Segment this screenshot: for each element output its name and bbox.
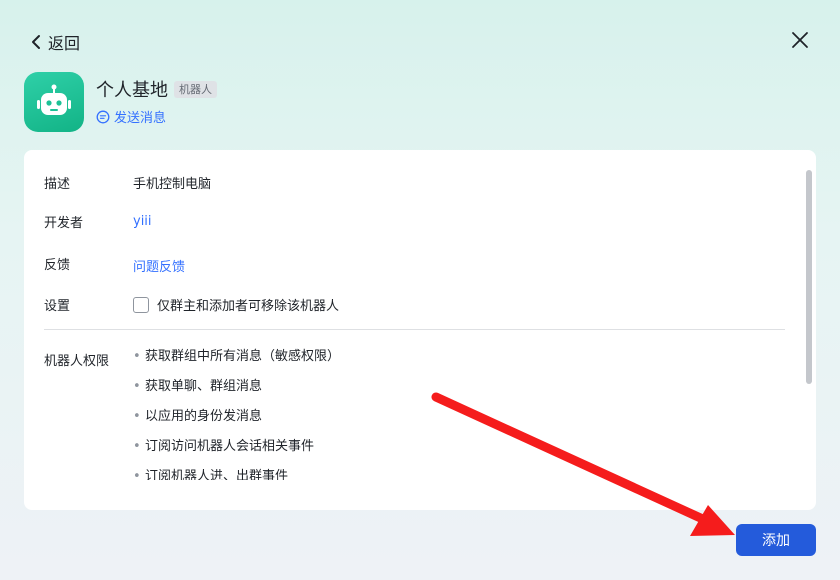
list-item: • 以应用的身份发消息 — [133, 409, 263, 424]
info-card: 描述 手机控制电脑 开发者 yiii 反馈 问题反馈 设置 仅群主和添加者可移除… — [24, 150, 816, 510]
scrollbar-thumb[interactable] — [806, 170, 812, 384]
description-label: 描述 — [44, 177, 71, 192]
permissions-list: • 获取群组中所有消息（敏感权限） • 获取单聊、群组消息 • 以应用的身份发消息 •… — [133, 348, 533, 480]
divider — [44, 329, 785, 330]
feedback-row: 反馈 问题反馈 — [44, 254, 185, 275]
settings-label: 设置 — [44, 299, 71, 314]
app-icon — [24, 72, 84, 132]
chevron-left-icon — [32, 35, 40, 49]
back-button[interactable]: 返回 — [30, 30, 80, 54]
list-item: • 订阅机器人进、出群事件 — [133, 469, 289, 480]
feedback-label: 反馈 — [44, 258, 71, 273]
send-message-link[interactable]: 发送消息 — [96, 107, 166, 126]
robot-icon — [37, 84, 71, 115]
description-row: 描述 手机控制电脑 — [44, 173, 211, 192]
list-item: • 订阅访问机器人会话相关事件 — [133, 439, 315, 454]
app-header: 个人基地 机器人 — [96, 76, 217, 102]
developer-label: 开发者 — [44, 216, 84, 231]
chat-bubble-icon — [96, 110, 110, 123]
list-item: • 获取群组中所有消息（敏感权限） — [133, 349, 341, 364]
permissions-title: 机器人权限 — [44, 354, 110, 369]
remove-permission-label: 仅群主和添加者可移除该机器人 — [157, 299, 340, 314]
settings-row: 设置 仅群主和添加者可移除该机器人 — [44, 295, 339, 314]
close-button[interactable] — [788, 28, 812, 52]
description-value: 手机控制电脑 — [133, 177, 212, 192]
feedback-link[interactable]: 问题反馈 — [133, 256, 185, 275]
send-message-label: 发送消息 — [114, 111, 167, 126]
list-item: • 获取单聊、群组消息 — [133, 379, 263, 394]
scrollbar[interactable] — [806, 170, 814, 490]
app-title: 个人基地 — [96, 80, 168, 101]
add-button[interactable]: 添加 — [736, 524, 816, 556]
close-icon — [792, 32, 808, 48]
remove-permission-checkbox[interactable] — [133, 296, 149, 313]
developer-link[interactable]: yiii — [133, 214, 152, 231]
back-label: 返回 — [48, 34, 81, 53]
bot-badge: 机器人 — [174, 80, 217, 98]
developer-row: 开发者 yiii — [44, 212, 152, 231]
